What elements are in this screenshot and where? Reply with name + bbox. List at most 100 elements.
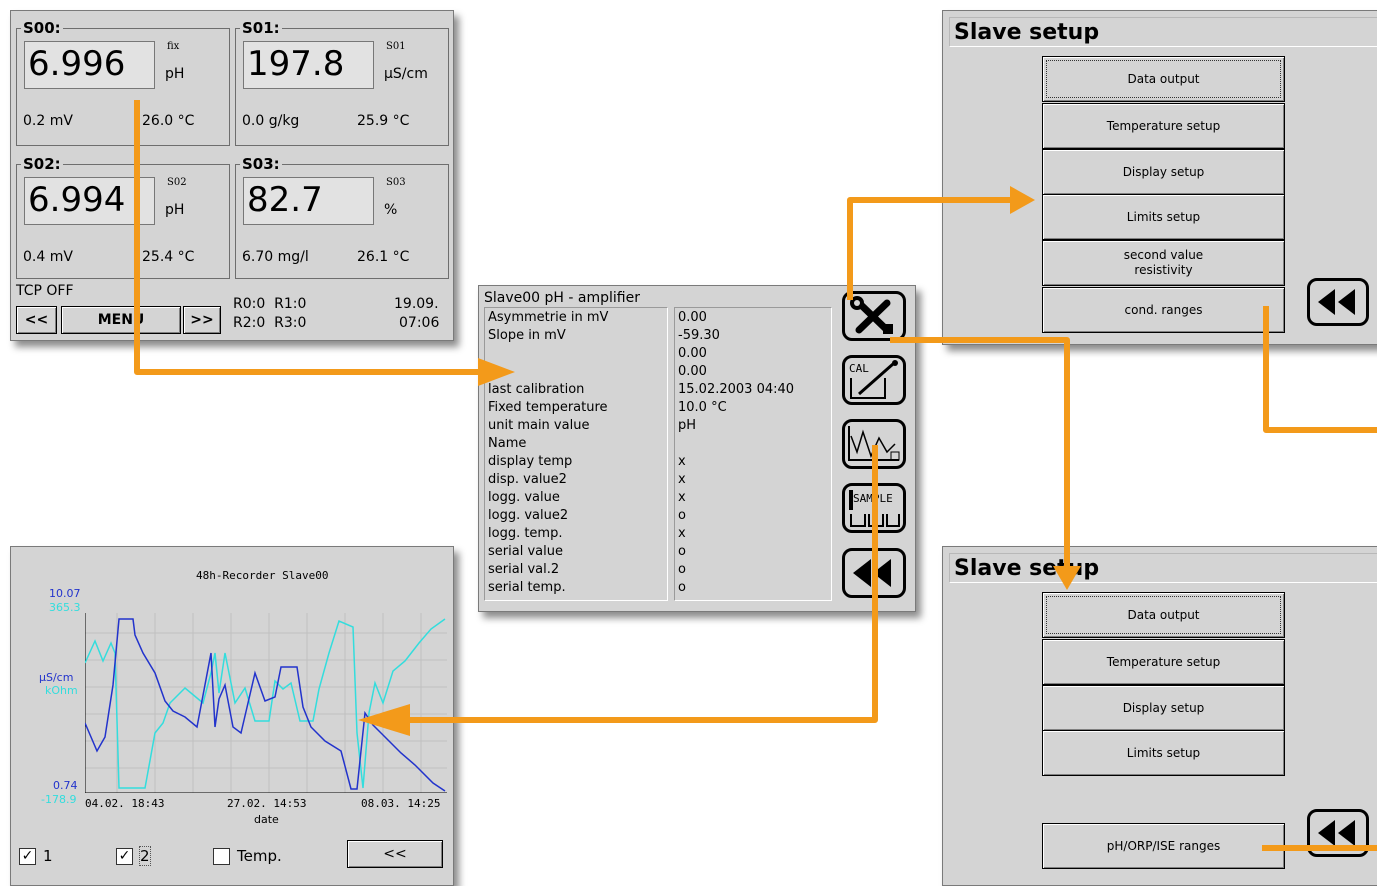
limits-setup-button[interactable]: Limits setup xyxy=(1042,194,1285,240)
graph-icon xyxy=(848,426,900,461)
sensor-main-value: 197.8 xyxy=(243,41,374,89)
date-display: 19.09. xyxy=(394,296,439,312)
detail-label: Slope in mV xyxy=(488,328,566,343)
detail-value: 0.00 xyxy=(678,346,707,361)
detail-label: unit main value xyxy=(488,418,590,433)
x-tick-label: 04.02. 18:43 xyxy=(85,797,165,810)
cond-ranges-button[interactable]: cond. ranges xyxy=(1042,287,1285,333)
detail-label: display temp xyxy=(488,454,573,469)
display-setup-button[interactable]: Display setup xyxy=(1042,149,1285,195)
detail-label xyxy=(488,345,664,363)
sensor-temp: 25.4 °C xyxy=(142,249,195,265)
sensor-mv: 0.4 mV xyxy=(23,249,73,265)
detail-value: 10.0 °C xyxy=(678,400,727,415)
sensor-tag: fix xyxy=(167,41,180,52)
detail-label: serial val.2 xyxy=(488,562,560,577)
display-setup-button[interactable]: Display setup xyxy=(1042,685,1285,731)
temperature-setup-button[interactable]: Temperature setup xyxy=(1042,639,1285,685)
sensor-box-s02[interactable]: S02: 6.994 S02 pH 0.4 mV 25.4 °C xyxy=(16,156,230,279)
detail-value: 15.02.2003 04:40 xyxy=(678,382,795,397)
calibration-icon: CAL xyxy=(849,360,898,399)
data-output-button[interactable]: Data output xyxy=(1042,592,1285,638)
cal-text: CAL xyxy=(849,362,869,375)
relays-line-2: R2:0 R3:0 xyxy=(233,315,307,331)
rewind-icon xyxy=(1318,820,1355,846)
arrow-tools-to-setup-bottom xyxy=(890,337,1070,572)
y1-unit: µS/cm xyxy=(39,671,74,684)
tools-button[interactable] xyxy=(842,291,906,341)
sensor-label: S03: xyxy=(240,155,282,173)
detail-label: disp. value2 xyxy=(488,472,567,487)
detail-value: o xyxy=(678,544,686,559)
sample-text: SAMPLE xyxy=(853,492,893,505)
series-2-checkbox-label: 2 xyxy=(139,846,151,866)
details-values: 0.00 -59.30 0.00 0.00 15.02.2003 04:40 1… xyxy=(674,307,832,601)
slave-setup-title: Slave setup xyxy=(949,553,1377,583)
sensor-box-s01[interactable]: S01: 197.8 S01 µS/cm 0.0 g/kg 25.9 °C xyxy=(235,20,449,146)
sensor-unit: pH xyxy=(165,66,185,82)
sensor-label: S00: xyxy=(21,19,63,37)
detail-value: x xyxy=(678,472,686,487)
series-1-checkbox[interactable]: ✓ xyxy=(19,848,36,865)
recorder-button[interactable] xyxy=(842,419,906,469)
details-title: Slave00 pH - amplifier xyxy=(484,290,640,306)
detail-label: Fixed temperature xyxy=(488,400,608,415)
detail-label xyxy=(488,363,664,381)
sensor-box-s00[interactable]: S00: 6.996 fix pH 0.2 mV 26.0 °C xyxy=(16,20,230,146)
detail-value xyxy=(678,435,828,453)
sensor-temp: 26.0 °C xyxy=(142,113,195,129)
sensor-main-value: 82.7 xyxy=(243,177,374,225)
detail-label: logg. value xyxy=(488,490,560,505)
y2-unit: kOhm xyxy=(45,684,78,697)
detail-value: x xyxy=(678,526,686,541)
y1-max: 10.07 xyxy=(49,587,81,600)
detail-value: o xyxy=(678,580,686,595)
back-button[interactable] xyxy=(1307,278,1369,326)
menu-button[interactable]: MENU xyxy=(61,306,181,334)
calibration-button[interactable]: CAL xyxy=(842,355,906,405)
time-display: 07:06 xyxy=(399,315,440,331)
detail-label: serial temp. xyxy=(488,580,566,595)
series-1-checkbox-label: 1 xyxy=(43,847,53,865)
sensor-label: S01: xyxy=(240,19,282,37)
ph-orp-ise-ranges-button[interactable]: pH/ORP/ISE ranges xyxy=(1042,823,1285,869)
slave-setup-title: Slave setup xyxy=(949,17,1377,47)
tools-icon xyxy=(850,296,893,334)
detail-value: x xyxy=(678,490,686,505)
prev-button[interactable]: << xyxy=(16,306,57,334)
detail-value: x xyxy=(678,454,686,469)
temperature-setup-button[interactable]: Temperature setup xyxy=(1042,103,1285,149)
series-2-checkbox[interactable]: ✓ xyxy=(116,848,133,865)
detail-value: -59.30 xyxy=(678,328,720,343)
rewind-icon xyxy=(1318,289,1355,315)
chart-grid xyxy=(85,613,447,793)
details-panel: Slave00 pH - amplifier Asymmetrie in mV … xyxy=(478,285,916,612)
detail-value: pH xyxy=(678,418,697,433)
y2-min: -178.9 xyxy=(41,793,77,806)
rewind-icon xyxy=(853,559,891,587)
relays-line-1: R0:0 R1:0 xyxy=(233,296,307,312)
back-button[interactable] xyxy=(1307,809,1369,857)
sensor-tag: S02 xyxy=(167,177,187,188)
second-value-button[interactable]: second value resistivity xyxy=(1042,240,1285,286)
sensor-unit: µS/cm xyxy=(384,66,428,82)
recorder-panel: 48h-Recorder Slave00 10.07 365.3 µS/cm k… xyxy=(10,546,454,886)
y2-max: 365.3 xyxy=(49,601,81,614)
sensor-unit: pH xyxy=(165,202,185,218)
slave-setup-panel-top: Slave setup Data output Temperature setu… xyxy=(942,10,1377,345)
recorder-back-button[interactable]: << xyxy=(347,840,443,868)
x-tick-label: 08.03. 14:25 xyxy=(361,797,441,810)
back-button[interactable] xyxy=(842,548,906,598)
next-button[interactable]: >> xyxy=(183,306,221,334)
tcp-status: TCP OFF xyxy=(16,283,74,299)
sensor-mv: 0.0 g/kg xyxy=(242,113,300,129)
sensor-mv: 0.2 mV xyxy=(23,113,73,129)
sensor-box-s03[interactable]: S03: 82.7 S03 % 6.70 mg/l 26.1 °C xyxy=(235,156,449,279)
limits-setup-button[interactable]: Limits setup xyxy=(1042,730,1285,776)
detail-label: logg. value2 xyxy=(488,508,569,523)
detail-label: last calibration xyxy=(488,382,585,397)
data-output-button[interactable]: Data output xyxy=(1042,56,1285,102)
recorder-title: 48h-Recorder Slave00 xyxy=(196,569,329,582)
sample-button[interactable]: SAMPLE xyxy=(842,483,906,533)
temp-checkbox[interactable] xyxy=(213,848,230,865)
